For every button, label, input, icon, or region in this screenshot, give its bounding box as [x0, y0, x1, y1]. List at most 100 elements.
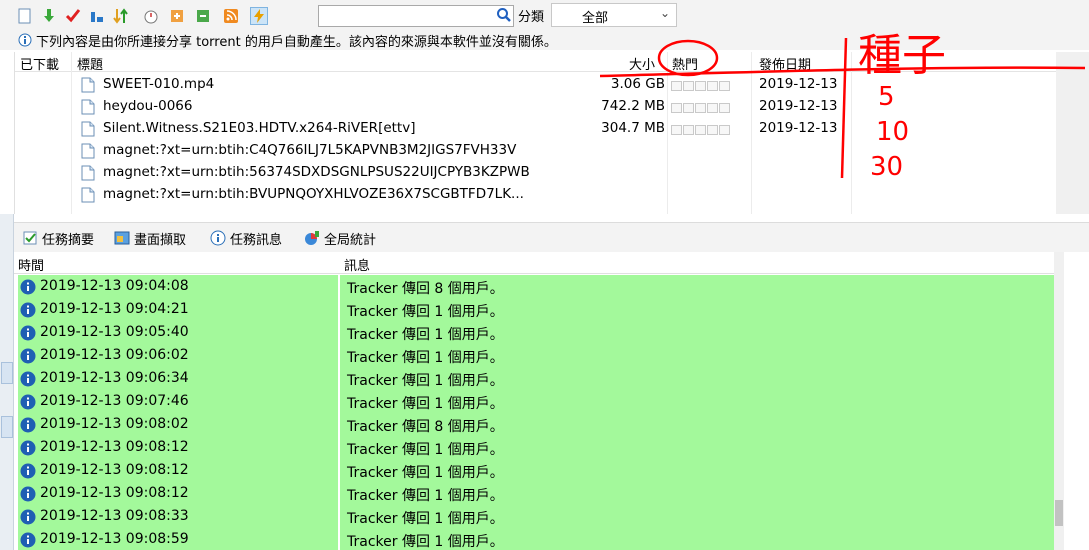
log-row[interactable]: 2019-12-13 09:06:02 Tracker 傳回 1 個用戶。: [14, 344, 1054, 367]
tab-task-messages[interactable]: 任務訊息: [210, 227, 282, 249]
log-time: 2019-12-13 09:04:08: [40, 278, 189, 294]
file-icon: [81, 165, 95, 181]
file-date: 2019-12-13: [759, 120, 838, 136]
log-time: 2019-12-13 09:08:12: [40, 462, 189, 478]
file-icon: [81, 121, 95, 137]
scrollbar-thumb[interactable]: [1055, 500, 1063, 526]
global-stats-icon: [305, 231, 319, 245]
file-row[interactable]: heydou-0066 742.2 MB 2019-12-13: [15, 96, 1056, 118]
sidebar-marker[interactable]: [1, 416, 13, 438]
file-title: SWEET-010.mp4: [103, 76, 215, 92]
info-icon: [18, 33, 32, 47]
speed-limit-icon[interactable]: [250, 7, 268, 25]
category-label: 分類: [518, 10, 545, 25]
sort-arrows-icon[interactable]: [112, 7, 130, 25]
info-icon: [20, 532, 36, 548]
chevron-down-icon: ⌄: [659, 6, 670, 20]
file-title: magnet:?xt=urn:btih:C4Q766ILJ7L5KAPVNB3M…: [103, 142, 517, 158]
category-dropdown[interactable]: 全部 ⌄: [551, 3, 677, 27]
info-icon: [20, 371, 36, 387]
task-summary-icon: [23, 231, 37, 245]
log-time: 2019-12-13 09:04:21: [40, 301, 189, 317]
log-row[interactable]: 2019-12-13 09:07:46 Tracker 傳回 1 個用戶。: [14, 390, 1054, 413]
log-time: 2019-12-13 09:08:33: [40, 508, 189, 524]
file-date: 2019-12-13: [759, 76, 838, 92]
log-row[interactable]: 2019-12-13 09:08:59 Tracker 傳回 1 個用戶。: [14, 528, 1054, 550]
log-row[interactable]: 2019-12-13 09:05:40 Tracker 傳回 1 個用戶。: [14, 321, 1054, 344]
column-hot[interactable]: 熱門: [672, 54, 698, 73]
log-time: 2019-12-13 09:08:02: [40, 416, 189, 432]
new-task-icon[interactable]: [16, 7, 34, 25]
log-row[interactable]: 2019-12-13 09:06:34 Tracker 傳回 1 個用戶。: [14, 367, 1054, 390]
tab-task-summary[interactable]: 任務摘要: [22, 227, 94, 249]
info-icon: [20, 417, 36, 433]
log-time: 2019-12-13 09:08:12: [40, 485, 189, 501]
log-message: Tracker 傳回 1 個用戶。: [347, 350, 504, 366]
log-message: Tracker 傳回 8 個用戶。: [347, 281, 504, 297]
log-message: Tracker 傳回 1 個用戶。: [347, 488, 504, 504]
file-row[interactable]: magnet:?xt=urn:btih:BVUPNQOYXHLVOZE36X7S…: [15, 184, 1056, 206]
log-message: Tracker 傳回 1 個用戶。: [347, 396, 504, 412]
timer-icon[interactable]: [142, 7, 160, 25]
file-row[interactable]: magnet:?xt=urn:btih:C4Q766ILJ7L5KAPVNB3M…: [15, 140, 1056, 162]
bars-icon[interactable]: [88, 7, 106, 25]
import-icon[interactable]: [168, 7, 186, 25]
search-icon[interactable]: [496, 7, 512, 23]
log-message: Tracker 傳回 1 個用戶。: [347, 534, 504, 550]
screen-capture-icon: [114, 231, 130, 245]
file-row[interactable]: magnet:?xt=urn:btih:56374SDXDSGNLPSUS22U…: [15, 162, 1056, 184]
tab-label: 任務訊息: [230, 232, 283, 248]
log-row[interactable]: 2019-12-13 09:04:21 Tracker 傳回 1 個用戶。: [14, 298, 1054, 321]
checkmark-icon[interactable]: [64, 7, 82, 25]
info-icon: [20, 279, 36, 295]
rss-icon[interactable]: [222, 7, 240, 25]
log-row[interactable]: 2019-12-13 09:08:12 Tracker 傳回 1 個用戶。: [14, 482, 1054, 505]
log-time: 2019-12-13 09:08:12: [40, 439, 189, 455]
tab-label: 全局統計: [324, 232, 377, 248]
info-icon: [20, 325, 36, 341]
tab-label: 畫面擷取: [134, 232, 187, 248]
list-scrollbar[interactable]: [1056, 52, 1089, 214]
column-size[interactable]: 大小: [629, 54, 655, 73]
column-downloaded[interactable]: 已下載: [20, 54, 59, 73]
log-row[interactable]: 2019-12-13 09:08:12 Tracker 傳回 1 個用戶。: [14, 436, 1054, 459]
log-message: Tracker 傳回 1 個用戶。: [347, 465, 504, 481]
log-message: Tracker 傳回 1 個用戶。: [347, 304, 504, 320]
log-row[interactable]: 2019-12-13 09:04:08 Tracker 傳回 8 個用戶。: [14, 275, 1054, 298]
download-arrow-icon[interactable]: [40, 7, 58, 25]
file-size: 3.06 GB: [610, 76, 665, 92]
log-row[interactable]: 2019-12-13 09:08:33 Tracker 傳回 1 個用戶。: [14, 505, 1054, 528]
tab-screen-capture[interactable]: 畫面擷取: [114, 227, 186, 249]
column-title[interactable]: 標題: [77, 54, 103, 73]
info-icon: [20, 348, 36, 364]
info-icon: [20, 486, 36, 502]
file-icon: [81, 99, 95, 115]
file-row[interactable]: SWEET-010.mp4 3.06 GB 2019-12-13: [15, 74, 1056, 96]
log-row[interactable]: 2019-12-13 09:08:12 Tracker 傳回 1 個用戶。: [14, 459, 1054, 482]
column-message[interactable]: 訊息: [344, 255, 370, 274]
hot-rating: [671, 103, 730, 113]
file-size: 304.7 MB: [601, 120, 665, 136]
column-date[interactable]: 發佈日期: [759, 54, 811, 73]
file-title: Silent.Witness.S21E03.HDTV.x264-RiVER[et…: [103, 120, 416, 136]
file-row[interactable]: Silent.Witness.S21E03.HDTV.x264-RiVER[et…: [15, 118, 1056, 140]
hot-rating: [671, 81, 730, 91]
info-icon: [210, 230, 226, 246]
log-message: Tracker 傳回 1 個用戶。: [347, 511, 504, 527]
column-time[interactable]: 時間: [18, 255, 44, 274]
left-sidebar-strip: [0, 214, 14, 550]
sidebar-marker[interactable]: [1, 362, 13, 384]
export-icon[interactable]: [194, 7, 212, 25]
tab-global-stats[interactable]: 全局統計: [304, 227, 376, 249]
search-input[interactable]: [318, 5, 514, 27]
log-scrollbar[interactable]: [1054, 252, 1064, 550]
log-row[interactable]: 2019-12-13 09:08:02 Tracker 傳回 8 個用戶。: [14, 413, 1054, 436]
detail-tabs: 任務摘要 畫面擷取 任務訊息 全局統計: [14, 222, 1089, 252]
log-message: Tracker 傳回 1 個用戶。: [347, 373, 504, 389]
info-text: 下列內容是由你所連接分享 torrent 的用戶自動產生。該內容的來源與本軟件並…: [36, 35, 557, 50]
log-message: Tracker 傳回 8 個用戶。: [347, 419, 504, 435]
file-icon: [81, 143, 95, 159]
category-value: 全部: [582, 11, 609, 26]
log-message: Tracker 傳回 1 個用戶。: [347, 442, 504, 458]
log-time: 2019-12-13 09:07:46: [40, 393, 189, 409]
